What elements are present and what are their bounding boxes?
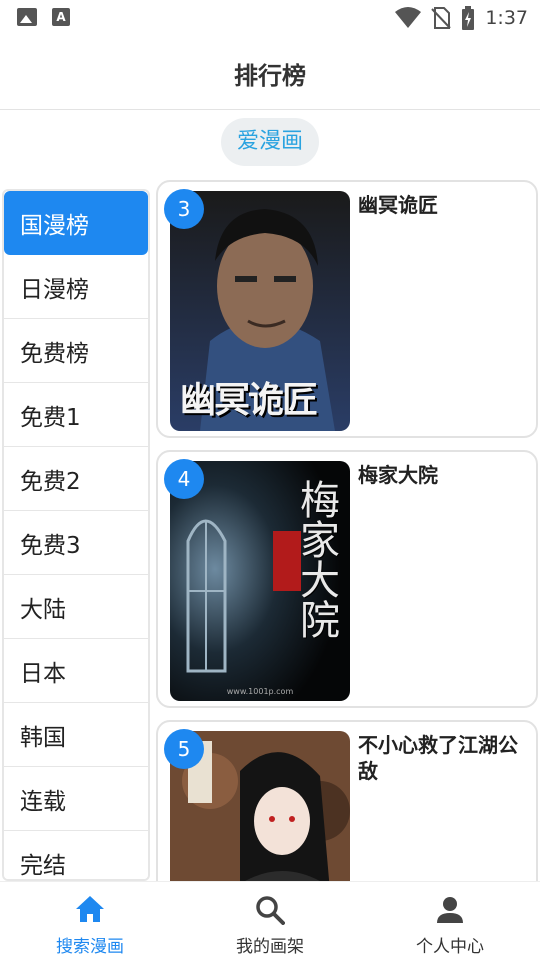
comic-title[interactable]: 不小心救了江湖公敌 [358,732,530,784]
nav-search-comics[interactable]: 搜索漫画 [0,882,180,960]
wifi-icon [395,7,422,28]
rank-badge: 3 [164,189,204,229]
comic-title[interactable]: 幽冥诡匠 [358,192,530,218]
page-title: 排行榜 [234,62,306,90]
comic-title[interactable]: 梅家大院 [358,462,530,488]
comic-cover[interactable]: 幽冥诡匠 [170,191,350,431]
cover-title-text: 梅家大院 [293,479,339,639]
rank-badge: 4 [164,459,204,499]
text-a-icon: A [52,8,70,26]
cover-title-text: 幽冥诡匠 [180,379,318,421]
image-icon [17,8,37,26]
sidebar-item-free1[interactable]: 免费1 [4,383,148,447]
comic-card[interactable]: 5 不小心救了江湖公敌 [156,720,538,881]
sidebar-item-completed[interactable]: 完结 [4,831,148,879]
nav-label: 个人中心 [416,937,484,957]
sidebar-item-free-rank[interactable]: 免费榜 [4,319,148,383]
sidebar-item-korea[interactable]: 韩国 [4,703,148,767]
sidebar-item-riman[interactable]: 日漫榜 [4,255,148,319]
nav-profile[interactable]: 个人中心 [360,882,540,960]
home-icon [76,896,104,922]
bottom-nav: 搜索漫画 我的画架 个人中心 [0,881,540,960]
sidebar-item-free2[interactable]: 免费2 [4,447,148,511]
battery-charging-icon [462,6,475,30]
person-icon [437,897,463,923]
status-time: 1:37 [485,7,528,29]
source-chip[interactable]: 爱漫画 [221,118,319,166]
nav-my-shelf[interactable]: 我的画架 [180,882,360,960]
app-header: 排行榜 [0,36,540,110]
sidebar-item-guoman[interactable]: 国漫榜 [4,191,148,255]
nav-label: 我的画架 [236,937,304,957]
cover-watermark: www.1001p.com [226,687,294,696]
sidebar-item-free3[interactable]: 免费3 [4,511,148,575]
comic-card[interactable]: 梅家大院 www.1001p.com 4 梅家大院 [156,450,538,708]
screen: A 1:37 排行榜 爱漫画 国漫榜 日漫榜 免费榜 免费1 免费2 免费3 大… [0,0,540,960]
category-sidebar: 国漫榜 日漫榜 免费榜 免费1 免费2 免费3 大陆 日本 韩国 连载 完结 [2,189,150,881]
rank-badge: 5 [164,729,204,769]
sidebar-item-japan[interactable]: 日本 [4,639,148,703]
comic-cover[interactable]: 梅家大院 www.1001p.com [170,461,350,701]
sidebar-item-mainland[interactable]: 大陆 [4,575,148,639]
ranking-list: 幽冥诡匠 3 幽冥诡匠 梅家大院 www.1001p.com 4 梅家大院 5 … [156,180,540,881]
nav-label: 搜索漫画 [56,937,124,957]
comic-card[interactable]: 幽冥诡匠 3 幽冥诡匠 [156,180,538,438]
status-bar: A 1:37 [0,0,540,36]
sidebar-item-ongoing[interactable]: 连载 [4,767,148,831]
no-sim-icon [431,7,452,29]
search-icon [256,896,285,925]
